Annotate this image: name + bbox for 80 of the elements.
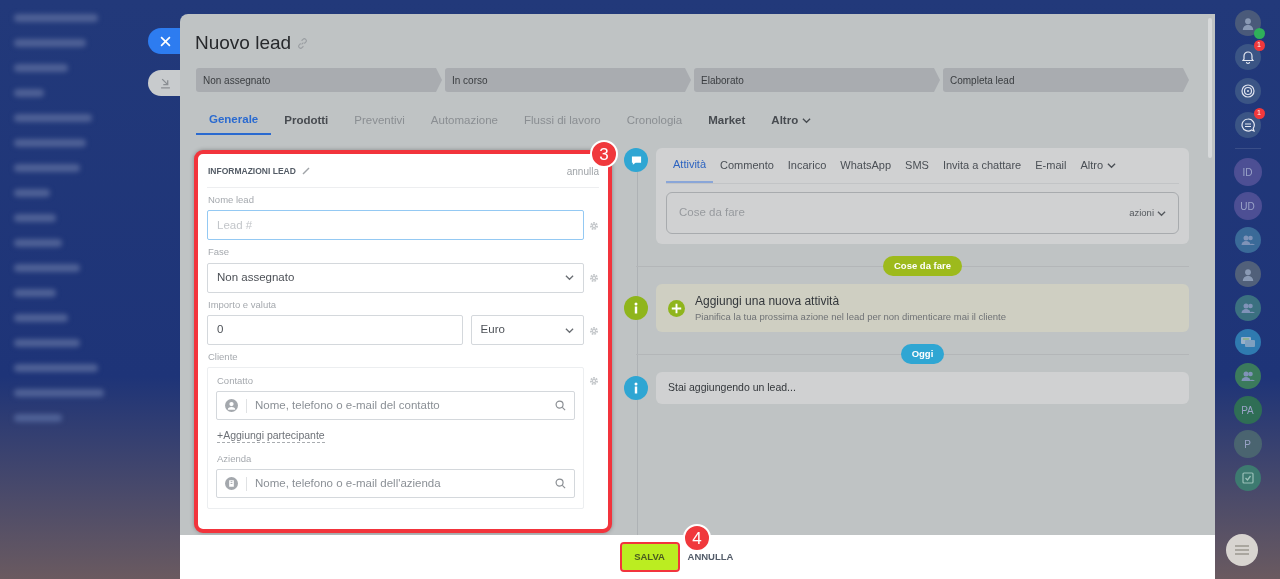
building-icon [225,477,238,491]
date-pill: Cose da fare [883,255,962,277]
person-silhouette-icon [1240,267,1255,281]
checkbox-button[interactable] [1234,465,1261,491]
chevron-down-icon [565,326,574,334]
field-label: Nome lead [208,193,255,207]
contact-input[interactable]: Nome, telefono o e-mail del contatto [255,397,547,415]
tab[interactable]: Commento [713,148,781,183]
actions-dropdown[interactable]: azioni [1129,205,1166,221]
tab[interactable]: Altro [758,108,825,135]
amount-input[interactable]: 0 [207,314,463,345]
tab[interactable]: SMS [898,148,936,183]
search-icon[interactable] [555,478,566,490]
tab[interactable]: Generale [196,108,272,135]
info-icon [624,296,648,321]
status-dot [1253,28,1265,39]
person-silhouette-icon [1240,16,1255,30]
minimize-button[interactable] [148,70,182,96]
tab[interactable]: WhatsApp [833,148,899,183]
tab[interactable]: Altro [1073,148,1123,183]
menu-icon [1235,545,1249,555]
tab[interactable]: Incarico [780,148,834,183]
user-avatar[interactable]: ID [1234,159,1261,185]
field-label: Contatto [217,374,254,388]
lead-name-input[interactable]: Lead # [207,210,584,241]
tab[interactable]: Market [695,108,759,135]
user-avatar[interactable]: UD [1234,193,1261,219]
search-icon[interactable] [555,400,566,412]
messages-icon [1239,334,1256,350]
people-button[interactable] [1234,227,1261,253]
chevron-down-icon [1157,209,1166,217]
currency-select[interactable]: Euro [470,314,584,345]
checkbox-icon [1239,470,1256,486]
save-button[interactable]: SALVA [621,544,678,570]
stage-step[interactable]: In corso [445,68,691,92]
stage-step[interactable]: Completa lead [943,68,1189,92]
company-input[interactable]: Nome, telefono o e-mail dell'azienda [255,474,547,493]
messages-button[interactable] [1234,329,1261,355]
plus-icon[interactable] [668,299,685,317]
tab[interactable]: E-mail [1028,148,1074,183]
stage-step[interactable]: Elaborato [694,68,940,92]
arrow-down-icon [159,77,171,89]
close-icon [159,35,171,47]
section-title: INFORMAZIONI LEAD [208,164,296,178]
card-subtitle: Pianifica la tua prossima azione nel lead per non dimenticare mai il cliente [695,310,1007,324]
field-label: Azienda [217,451,253,466]
tab[interactable]: Attività [666,148,713,183]
field-label: Fase [208,245,231,260]
chat-icon [1239,117,1256,133]
person-icon [225,399,238,413]
card-title: Aggiungi una nuova attività [695,293,841,310]
user-avatar[interactable]: P [1234,431,1261,457]
card-title: Stai aggiungendo un lead... [668,380,796,396]
field-label: Importo e valuta [208,297,278,312]
chat-bubble-icon [624,148,648,172]
avatar[interactable] [1234,261,1261,287]
cancel-button[interactable]: ANNULLA [687,549,734,565]
chevron-down-icon [1107,162,1116,169]
pencil-icon[interactable] [301,167,310,175]
chevron-down-icon [565,274,574,282]
date-pill: Oggi [900,344,945,365]
add-participant-link[interactable]: +Aggiungi partecipante [217,429,325,443]
stage-step[interactable]: Non assegnato [196,68,442,92]
bell-icon [1239,49,1256,65]
chevron-down-icon [802,117,812,124]
page-title: Nuovo lead [195,31,292,55]
company-search-field[interactable]: Nome, telefono o e-mail dell'azienda [216,469,575,499]
menu-button[interactable] [1226,534,1258,566]
people-button[interactable] [1234,295,1261,321]
close-button[interactable] [148,28,182,54]
field-label: Cliente [208,349,239,364]
people-button[interactable] [1234,363,1261,389]
spiral-button[interactable] [1234,78,1261,104]
tab[interactable]: Invita a chattare [935,148,1029,183]
stage-select[interactable]: Non assegnato [207,262,584,293]
contact-search-field[interactable]: Nome, telefono o e-mail del contatto [216,391,575,421]
tab[interactable]: Prodotti [271,108,342,135]
spiral-icon [1239,83,1256,99]
add-activity-card[interactable]: Aggiungi una nuova attività Pianifica la tua prossima azione nel lead per non dimenticare mai il cliente [656,284,1189,333]
info-icon [624,376,648,401]
